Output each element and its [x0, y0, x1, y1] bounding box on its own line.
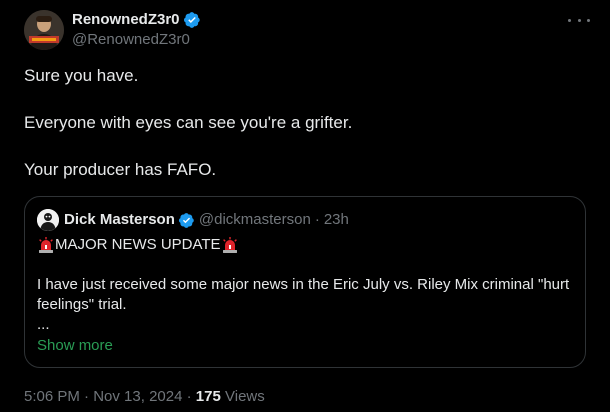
- quoted-author-handle[interactable]: @dickmasterson: [199, 210, 311, 230]
- tweet-header: RenownedZ3r0 @RenownedZ3r0: [24, 10, 201, 50]
- tweet-paragraph: Your producer has FAFO.: [24, 160, 217, 179]
- quoted-headline-text: MAJOR NEWS UPDATE: [55, 236, 221, 253]
- tweet-paragraph: Everyone with eyes can see you're a grif…: [24, 113, 353, 132]
- quoted-avatar-image: [37, 209, 59, 231]
- tweet-time[interactable]: 5:06 PM: [24, 388, 80, 405]
- views-count: 175: [195, 388, 221, 405]
- quoted-timestamp[interactable]: 23h: [324, 210, 349, 230]
- quoted-paragraph: I have just received some major news in …: [37, 276, 570, 313]
- author-avatar[interactable]: [24, 10, 64, 50]
- tweet-text: Sure you have. Everyone with eyes can se…: [24, 64, 584, 181]
- verified-badge-icon: [183, 12, 200, 28]
- author-handle[interactable]: @RenownedZ3r0: [72, 30, 201, 50]
- avatar-image: [24, 10, 64, 50]
- tweet-paragraph: Sure you have.: [24, 66, 139, 85]
- author-display-name[interactable]: RenownedZ3r0: [72, 10, 180, 30]
- tweet: RenownedZ3r0 @RenownedZ3r0 Sure you have…: [0, 0, 610, 412]
- quoted-author-name[interactable]: Dick Masterson: [64, 210, 175, 230]
- author-name-row: RenownedZ3r0: [72, 10, 201, 30]
- verified-badge-icon: [178, 212, 194, 228]
- quoted-tweet[interactable]: Dick Masterson @dickmasterson · 23h MAJO: [24, 196, 586, 368]
- dot-separator: ·: [186, 388, 192, 405]
- more-options-icon[interactable]: [568, 12, 590, 28]
- rotating-light-icon: [222, 237, 237, 253]
- dot-separator: ·: [84, 388, 90, 405]
- quoted-author-avatar[interactable]: [37, 209, 59, 231]
- quoted-tweet-header: Dick Masterson @dickmasterson · 23h: [37, 209, 349, 231]
- views-label: Views: [225, 388, 265, 405]
- tweet-metadata: 5:06 PM · Nov 13, 2024 · 175 Views: [24, 387, 265, 407]
- tweet-date[interactable]: Nov 13, 2024: [93, 388, 182, 405]
- show-more-link[interactable]: Show more: [37, 337, 113, 354]
- dot-separator: ·: [314, 211, 320, 228]
- author-names: RenownedZ3r0 @RenownedZ3r0: [72, 10, 201, 50]
- quoted-ellipsis: ...: [37, 316, 50, 333]
- quoted-headline: MAJOR NEWS UPDATE: [37, 235, 577, 255]
- rotating-light-icon: [39, 237, 53, 253]
- quoted-tweet-text: MAJOR NEWS UPDATE I have just received s…: [37, 235, 577, 335]
